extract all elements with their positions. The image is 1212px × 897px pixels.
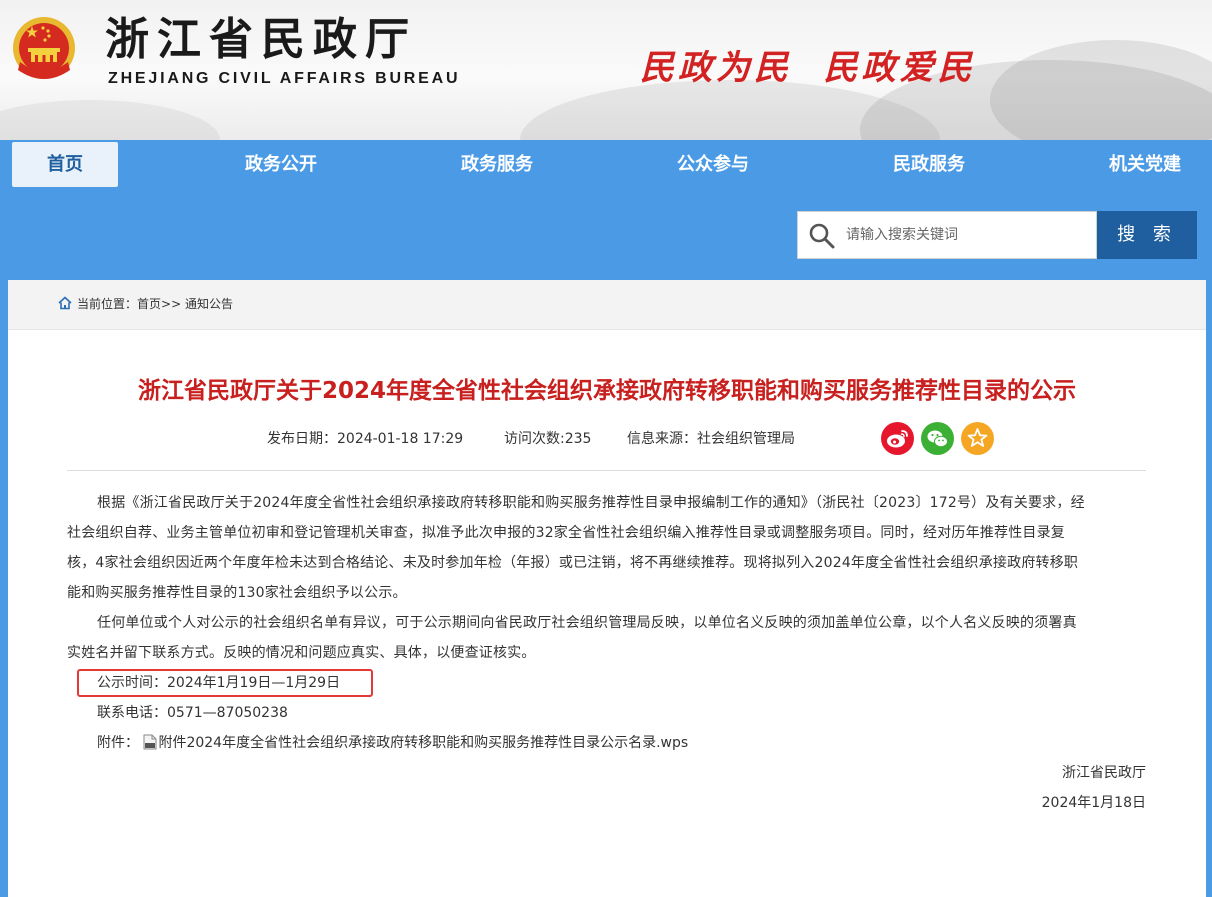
wechat-icon[interactable] bbox=[921, 422, 954, 455]
site-name[interactable]: 浙江省民政厅 bbox=[105, 12, 417, 68]
site-header: 浙江省民政厅 ZHEJIANG CIVIL AFFAIRS BUREAU 民政为… bbox=[0, 0, 1212, 140]
breadcrumb: 当前位置：首页>> 通知公告 bbox=[8, 280, 1206, 330]
paragraph-objection: 任何单位或个人对公示的社会组织名单有异议，可于公示期间向省民政厅社会组织管理局反… bbox=[67, 608, 1146, 668]
signature-date: 2024年1月18日 bbox=[1041, 795, 1146, 811]
search-icon bbox=[809, 223, 835, 249]
highlight-annotation-box bbox=[77, 669, 373, 697]
paragraph-line: 实姓名并留下联系方式。反映的情况和问题应真实、具体，以便查证核实。 bbox=[67, 645, 536, 661]
paragraph-line: 根据《浙江省民政厅关于2024年度全省性社会组织承接政府转移职能和购买服务推荐性… bbox=[97, 495, 1085, 511]
search-box bbox=[797, 211, 1097, 259]
info-source: 信息来源：社会组织管理局 bbox=[627, 431, 795, 447]
mountain-decoration bbox=[990, 40, 1212, 140]
attachment-row: 附件： 附件2024年度全省性社会组织承接政府转移职能和购买服务推荐性目录公示名… bbox=[67, 728, 1146, 758]
nav-item-civil-services[interactable]: 民政服务 bbox=[876, 142, 982, 187]
nav-item-government-services[interactable]: 政务服务 bbox=[444, 142, 550, 187]
paragraph-line: 核，4家社会组织因近两个年度年检未达到合格结论、未及时参加年检（年报）或已注销，… bbox=[67, 555, 1079, 571]
weibo-icon[interactable] bbox=[881, 422, 914, 455]
nav-item-public-participation[interactable]: 公众参与 bbox=[660, 142, 766, 187]
home-icon bbox=[58, 296, 72, 310]
attachment-link[interactable]: 附件2024年度全省性社会组织承接政府转移职能和购买服务推荐性目录公示名录.wp… bbox=[158, 735, 688, 751]
main-nav: 首页 政务公开 政务服务 公众参与 民政服务 机关党建 bbox=[0, 140, 1212, 190]
contact-phone: 联系电话：0571—87050238 bbox=[97, 705, 288, 721]
signature-org: 浙江省民政厅 bbox=[1062, 765, 1146, 781]
publicity-period: 公示时间：2024年1月19日—1月29日 bbox=[67, 668, 1146, 698]
breadcrumb-separator: >> bbox=[161, 297, 182, 311]
publish-date: 发布日期：2024-01-18 17:29 bbox=[267, 431, 464, 447]
nav-item-home[interactable]: 首页 bbox=[12, 142, 118, 187]
wps-file-icon bbox=[143, 734, 157, 750]
article-body: 根据《浙江省民政厅关于2024年度全省性社会组织承接政府转移职能和购买服务推荐性… bbox=[67, 488, 1146, 818]
search-input[interactable] bbox=[846, 220, 1086, 250]
site-name-en: ZHEJIANG CIVIL AFFAIRS BUREAU bbox=[108, 70, 461, 87]
title-divider bbox=[67, 470, 1146, 471]
site-slogan: 民政为民 民政爱民 bbox=[640, 48, 976, 88]
paragraph-line: 社会组织自荐、业务主管单位初审和登记管理机关审查，拟准予此次申报的32家全省性社… bbox=[67, 525, 1066, 541]
national-emblem-icon[interactable] bbox=[10, 14, 78, 84]
paragraph-line: 任何单位或个人对公示的社会组织名单有异议，可于公示期间向省民政厅社会组织管理局反… bbox=[97, 615, 1077, 631]
attachment-label: 附件： bbox=[97, 735, 139, 751]
paragraph-line: 能和购买服务推荐性目录的130家社会组织予以公示。 bbox=[67, 585, 407, 601]
nav-item-party-building[interactable]: 机关党建 bbox=[1092, 142, 1198, 187]
favorite-star-icon[interactable] bbox=[961, 422, 994, 455]
article-title: 浙江省民政厅关于2024年度全省性社会组织承接政府转移职能和购买服务推荐性目录的… bbox=[137, 378, 1076, 404]
mountain-decoration bbox=[0, 100, 220, 140]
nav-item-government-affairs[interactable]: 政务公开 bbox=[228, 142, 334, 187]
breadcrumb-home-link[interactable]: 首页 bbox=[137, 297, 161, 311]
search-button[interactable]: 搜 索 bbox=[1097, 211, 1197, 259]
visit-count: 访问次数:235 bbox=[504, 431, 592, 447]
paragraph-basis: 根据《浙江省民政厅关于2024年度全省性社会组织承接政府转移职能和购买服务推荐性… bbox=[67, 488, 1146, 608]
content-panel: 当前位置：首页>> 通知公告 浙江省民政厅关于2024年度全省性社会组织承接政府… bbox=[8, 280, 1206, 897]
breadcrumb-current[interactable]: 通知公告 bbox=[185, 297, 233, 311]
breadcrumb-prefix: 当前位置： bbox=[77, 297, 138, 311]
